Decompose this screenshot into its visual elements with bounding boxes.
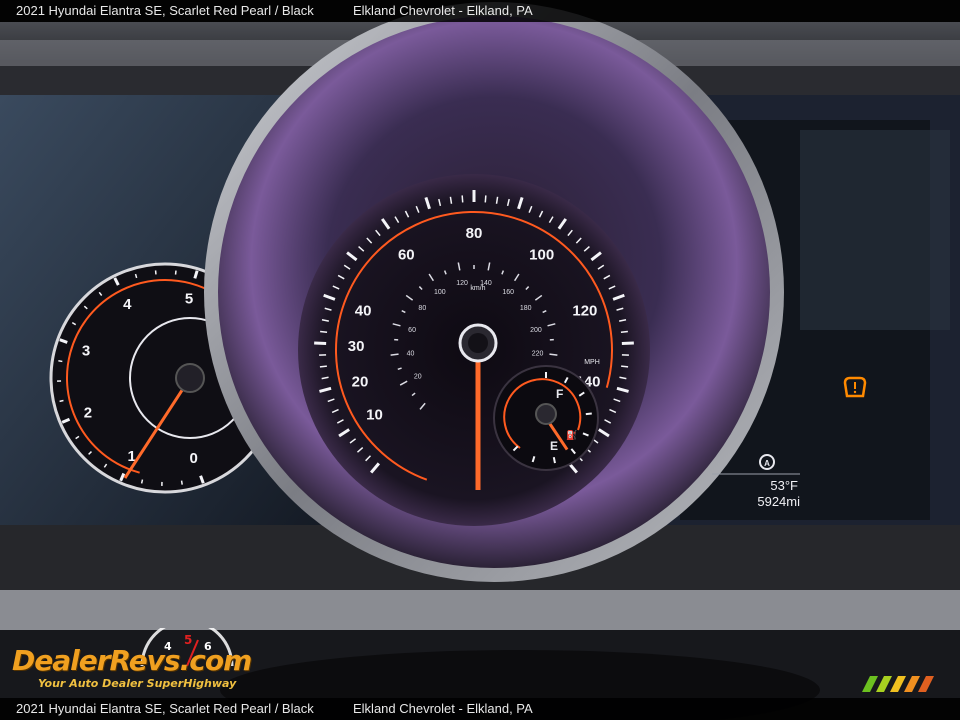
vehicle-caption: 2021 Hyundai Elantra SE, Scarlet Red Pea… [16,701,314,716]
dealer-caption: Elkland Chevrolet - Elkland, PA [353,3,533,18]
stripes-logo [862,676,934,692]
caption-top: 2021 Hyundai Elantra SE, Scarlet Red Pea… [0,0,960,22]
odometer: 5924mi [757,494,800,509]
logo-wordmark: DealerRevs.com [12,644,252,677]
dealerrevs-logo: 4 5 6 DealerRevs.com Your Auto Dealer Su… [12,628,262,694]
outside-temperature: 53°F [770,478,798,493]
vehicle-caption: 2021 Hyundai Elantra SE, Scarlet Red Pea… [16,3,314,18]
info-display: A 53°F 5924mi [712,376,867,509]
dealer-caption: Elkland Chevrolet - Elkland, PA [353,701,533,716]
caption-bottom: 2021 Hyundai Elantra SE, Scarlet Red Pea… [0,698,960,720]
tire-pressure-warning-icon [843,376,867,398]
svg-text:A: A [764,459,770,468]
logo-tagline: Your Auto Dealer SuperHighway [38,677,237,690]
